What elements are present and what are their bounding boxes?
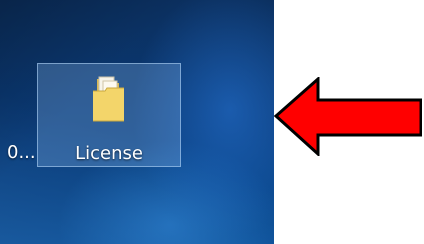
desktop-icon-license[interactable]: License — [37, 63, 181, 167]
desktop-background: 0... License — [0, 0, 274, 244]
desktop-icon-label: License — [75, 143, 143, 164]
partial-desktop-item-label: 0... — [7, 142, 36, 163]
folder-icon — [93, 76, 124, 122]
annotation-arrow-wrap — [274, 77, 422, 156]
arrow-left-icon — [274, 77, 422, 156]
